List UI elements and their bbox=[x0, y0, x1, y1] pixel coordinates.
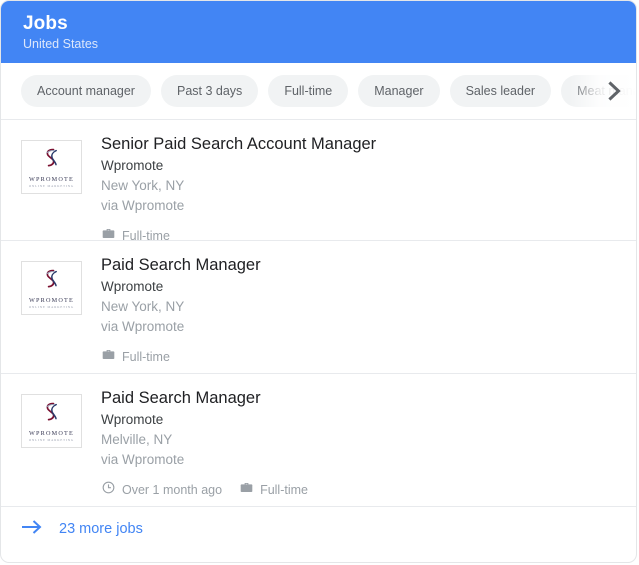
chevron-right-icon bbox=[605, 79, 625, 103]
company-logo-mark-icon bbox=[40, 401, 64, 428]
filter-chip[interactable]: Sales leader bbox=[449, 74, 552, 108]
job-meta-item: Full-time bbox=[101, 347, 170, 367]
job-meta-label: Full-time bbox=[122, 350, 170, 364]
more-jobs-link[interactable]: 23 more jobs bbox=[1, 507, 636, 551]
job-meta-item: Over 1 month ago bbox=[101, 480, 222, 500]
more-jobs-label: 23 more jobs bbox=[59, 521, 143, 537]
job-company: Wpromote bbox=[101, 279, 164, 294]
job-meta-label: Full-time bbox=[260, 483, 308, 497]
chips-next-button[interactable] bbox=[598, 63, 632, 118]
company-logo-mark-icon bbox=[40, 268, 64, 295]
job-meta-item: Full-time bbox=[101, 226, 170, 246]
job-title: Paid Search Manager bbox=[101, 256, 261, 274]
job-meta-row: Full-time bbox=[101, 347, 616, 367]
job-meta-row: Full-time bbox=[101, 226, 616, 246]
briefcase-icon bbox=[239, 480, 254, 500]
job-meta-row: Over 1 month ago Full-time bbox=[101, 480, 616, 500]
briefcase-icon bbox=[101, 347, 116, 367]
company-logo: WPROMOTE ONLINE MARKETING bbox=[21, 140, 82, 194]
job-list-item[interactable]: WPROMOTE ONLINE MARKETING Paid Search Mana… bbox=[1, 374, 636, 507]
briefcase-icon bbox=[101, 226, 116, 246]
jobs-header: Jobs United States bbox=[1, 1, 636, 63]
company-logo: WPROMOTE ONLINE MARKETING bbox=[21, 394, 82, 448]
job-info: Paid Search Manager Wpromote Melville, NY v… bbox=[82, 388, 616, 500]
company-logo: WPROMOTE ONLINE MARKETING bbox=[21, 261, 82, 315]
job-info: Senior Paid Search Account Manager Wpromo… bbox=[82, 134, 616, 246]
company-logo-wordmark: WPROMOTE bbox=[28, 175, 74, 183]
company-logo-tagline: ONLINE MARKETING bbox=[28, 304, 75, 309]
job-source: via Wpromote bbox=[101, 452, 185, 467]
page-title: Jobs bbox=[23, 13, 68, 34]
job-meta-item: Full-time bbox=[239, 480, 308, 500]
company-logo-wordmark: WPROMOTE bbox=[28, 429, 74, 437]
company-logo-tagline: ONLINE MARKETING bbox=[28, 437, 75, 442]
job-meta-label: Full-time bbox=[122, 229, 170, 243]
filter-chip[interactable]: Full-time bbox=[268, 74, 349, 108]
job-source: via Wpromote bbox=[101, 319, 185, 334]
filter-chip[interactable]: Account manager bbox=[21, 74, 151, 108]
filter-chip[interactable]: Manager bbox=[358, 74, 440, 108]
company-logo-wordmark: WPROMOTE bbox=[28, 296, 74, 304]
header-location-subtitle: United States bbox=[23, 37, 99, 51]
job-list-item[interactable]: WPROMOTE ONLINE MARKETING Senior Paid Sear… bbox=[1, 120, 636, 243]
job-list-item[interactable]: WPROMOTE ONLINE MARKETING Paid Search Mana… bbox=[1, 241, 636, 374]
job-location: New York, NY bbox=[101, 178, 185, 193]
arrow-right-icon bbox=[21, 519, 43, 540]
job-meta-label: Over 1 month ago bbox=[122, 483, 223, 497]
job-info: Paid Search Manager Wpromote New York, NY v… bbox=[82, 255, 616, 367]
job-title: Senior Paid Search Account Manager bbox=[101, 135, 377, 153]
job-company: Wpromote bbox=[101, 158, 164, 173]
filter-chips-row: Account manager Past 3 days Full-time Manag… bbox=[1, 63, 636, 120]
job-results-list: WPROMOTE ONLINE MARKETING Senior Paid Sear… bbox=[1, 120, 636, 507]
clock-icon bbox=[101, 480, 116, 500]
job-location: Melville, NY bbox=[101, 432, 173, 447]
company-logo-tagline: ONLINE MARKETING bbox=[28, 183, 75, 188]
company-logo-mark-icon bbox=[40, 147, 64, 174]
job-location: New York, NY bbox=[101, 299, 185, 314]
job-company: Wpromote bbox=[101, 412, 164, 427]
jobs-card: Jobs United States Account manager Past 3… bbox=[0, 0, 637, 563]
job-source: via Wpromote bbox=[101, 198, 185, 213]
filter-chip[interactable]: Past 3 days bbox=[160, 74, 259, 108]
filter-chips-scroller[interactable]: Account manager Past 3 days Full-time Manag… bbox=[1, 63, 636, 119]
job-title: Paid Search Manager bbox=[101, 389, 261, 407]
